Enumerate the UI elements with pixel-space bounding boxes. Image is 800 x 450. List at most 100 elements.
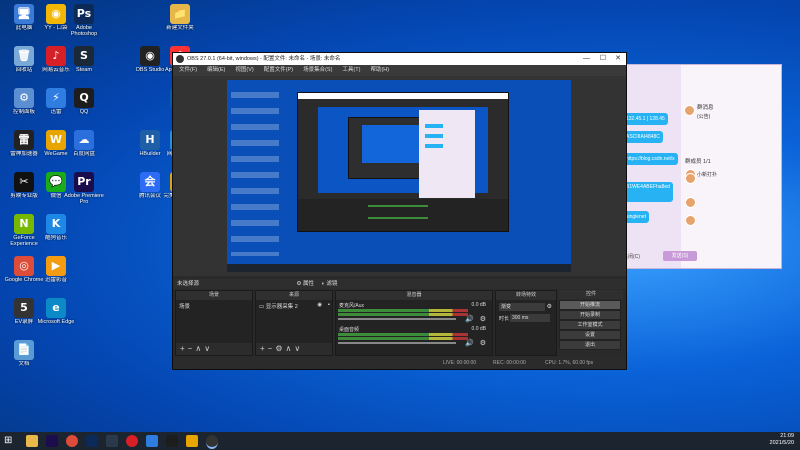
netease-music-icon[interactable] [126, 435, 138, 447]
scenes-dock: 场景 场景 +−∧∨ [175, 290, 253, 356]
speaker-icon[interactable]: 🔊 [465, 339, 474, 347]
app-icon[interactable] [186, 435, 198, 447]
start-streaming-button[interactable]: 开始推流 [559, 300, 621, 310]
app-icon[interactable] [146, 435, 158, 447]
mixer-dock: 混音器 麦克风/Aux 0.0 dB 🔊 ⚙ 桌面音频 0.0 dB 🔊 ⚙ [335, 290, 493, 356]
no-source-selected-label: 未选择源 [177, 281, 200, 287]
app-icon: e [46, 298, 66, 318]
volume-slider[interactable] [338, 342, 456, 344]
minimize-icon[interactable]: — [583, 53, 590, 65]
menu-edit[interactable]: 编辑(E) [207, 65, 225, 76]
volume-meter [338, 313, 468, 316]
volume-meter [338, 333, 468, 336]
desktop-icon[interactable]: Q QQ [64, 88, 104, 115]
file-explorer-icon[interactable] [26, 435, 38, 447]
chat-bubble: 132.45.1 | 128.45 [623, 113, 668, 125]
app-icon: ✂ [14, 172, 34, 192]
close-icon[interactable]: ✕ [615, 53, 621, 65]
premiere-icon[interactable] [46, 435, 58, 447]
photoshop-icon[interactable] [86, 435, 98, 447]
exit-button[interactable]: 退出 [559, 340, 621, 350]
app-icon: ⚙ [14, 88, 34, 108]
app-icon: ◎ [14, 256, 34, 276]
desktop-icon[interactable]: Ps Adobe Photoshop [64, 4, 104, 37]
obs-title-bar[interactable]: OBS 27.0.1 (64-bit, windows) - 配置文件: 未命名… [173, 53, 626, 65]
app-icon: 会 [140, 172, 160, 192]
preview-canvas[interactable] [227, 80, 571, 272]
menu-file[interactable]: 文件(F) [179, 65, 197, 76]
desktop-icon-label: 迅雷影音 [44, 277, 67, 283]
volume-meter [338, 337, 468, 340]
menu-tools[interactable]: 工具(T) [342, 65, 360, 76]
volume-slider[interactable] [338, 318, 456, 320]
chat-bubble: https://blog.csdn.net/x [623, 153, 678, 165]
scene-item[interactable]: 场景 [176, 300, 252, 312]
menu-scene-collection[interactable]: 场景集合(S) [303, 65, 332, 76]
lock-icon[interactable]: ▪ [328, 302, 330, 308]
menu-profile[interactable]: 配置文件(P) [264, 65, 293, 76]
maximize-icon[interactable]: ☐ [600, 53, 606, 65]
start-recording-button[interactable]: 开始录制 [559, 310, 621, 320]
preview-nested-obs [297, 92, 509, 232]
desktop-icon[interactable]: 📁 新建文件夹 [160, 4, 200, 31]
desktop-icon[interactable]: 📄 文档 [4, 340, 44, 367]
gear-icon[interactable]: ⚙ [480, 315, 486, 323]
source-toolbar: 未选择源 ⚙ 属性 ◐ 滤镜 [173, 279, 626, 289]
source-item-label: 显示器采集 2 [265, 304, 298, 310]
gear-icon[interactable]: ⚙ [275, 344, 285, 353]
move-down-icon[interactable]: ∨ [204, 344, 213, 353]
app-icon[interactable] [166, 435, 178, 447]
monitor-icon: ▭ [259, 304, 265, 310]
properties-button[interactable]: 属性 [303, 281, 314, 287]
desktop-icon-label: 文档 [18, 361, 30, 367]
add-icon[interactable]: + [260, 344, 268, 353]
transitions-header: 转场特效 [496, 291, 556, 300]
gear-icon[interactable]: ⚙ [547, 303, 552, 310]
obs-taskbar-icon[interactable] [206, 435, 218, 449]
chat-window[interactable]: 132.45.1 | 128.45 ASCIIIAI4848C https://… [600, 64, 782, 269]
duration-input[interactable]: 300 ms [510, 314, 550, 322]
source-item[interactable]: ▭ 显示器采集 2 ◉ ▪ [256, 300, 332, 312]
system-tray: 21:09 2021/5/20 [770, 433, 794, 447]
eye-icon[interactable]: ◉ [317, 302, 322, 308]
app-icon[interactable] [106, 435, 118, 447]
desktop-icon[interactable]: 会腾讯会议 [130, 172, 170, 199]
gear-icon[interactable]: ⚙ [297, 281, 302, 287]
chrome-icon[interactable] [66, 435, 78, 447]
cpu-status: CPU: 1.7%, 60.00 fps [545, 360, 594, 366]
member-name[interactable]: 小新打扑 [697, 171, 717, 178]
mixer-channel-db: 0.0 dB [471, 326, 486, 332]
studio-mode-button[interactable]: 工作室模式 [559, 320, 621, 330]
volume-meter [338, 309, 468, 312]
app-icon: Ps [74, 4, 94, 24]
app-icon: ▶ [46, 256, 66, 276]
app-icon: ☁ [74, 130, 94, 150]
clock-time: 21:09 [780, 433, 794, 439]
menu-help[interactable]: 帮助(H) [370, 65, 389, 76]
avatar [685, 197, 696, 208]
menu-view[interactable]: 视图(V) [235, 65, 253, 76]
chat-send-button[interactable]: 发送(S) [663, 251, 697, 261]
app-icon: ⚡ [46, 88, 66, 108]
desktop-icon[interactable]: ☁ 百度网盘 [64, 130, 104, 157]
move-down-icon[interactable]: ∨ [294, 344, 303, 353]
mixer-channel-name: 麦克风/Aux [339, 303, 365, 309]
desktop-icon[interactable]: 5 EV录屏 [4, 298, 44, 325]
filter-icon[interactable]: ◐ [322, 281, 325, 287]
filters-button[interactable]: 滤镜 [326, 281, 337, 287]
speaker-icon[interactable]: 🔊 [465, 315, 474, 323]
sources-toolbar: +−⚙∧∨ [256, 343, 332, 355]
desktop-icon[interactable]: S Steam [64, 46, 104, 73]
desktop-icon[interactable]: Pr Adobe Premiere Pro [64, 172, 104, 205]
group-announcement: (公告) [697, 114, 711, 120]
settings-button[interactable]: 设置 [559, 330, 621, 340]
member-avatar [684, 105, 695, 116]
transition-select[interactable]: 渐变 [499, 303, 545, 311]
gear-icon[interactable]: ⚙ [480, 339, 486, 347]
windows-start-icon[interactable]: ⊞ [4, 435, 16, 447]
move-up-icon[interactable]: ∧ [195, 344, 204, 353]
obs-window[interactable]: OBS 27.0.1 (64-bit, windows) - 配置文件: 未命名… [172, 52, 627, 370]
desktop-icon[interactable]: ▶ 迅雷影音 [36, 256, 76, 283]
add-icon[interactable]: + [180, 344, 188, 353]
desktop-icon[interactable]: K 酷狗音乐 [36, 214, 76, 241]
